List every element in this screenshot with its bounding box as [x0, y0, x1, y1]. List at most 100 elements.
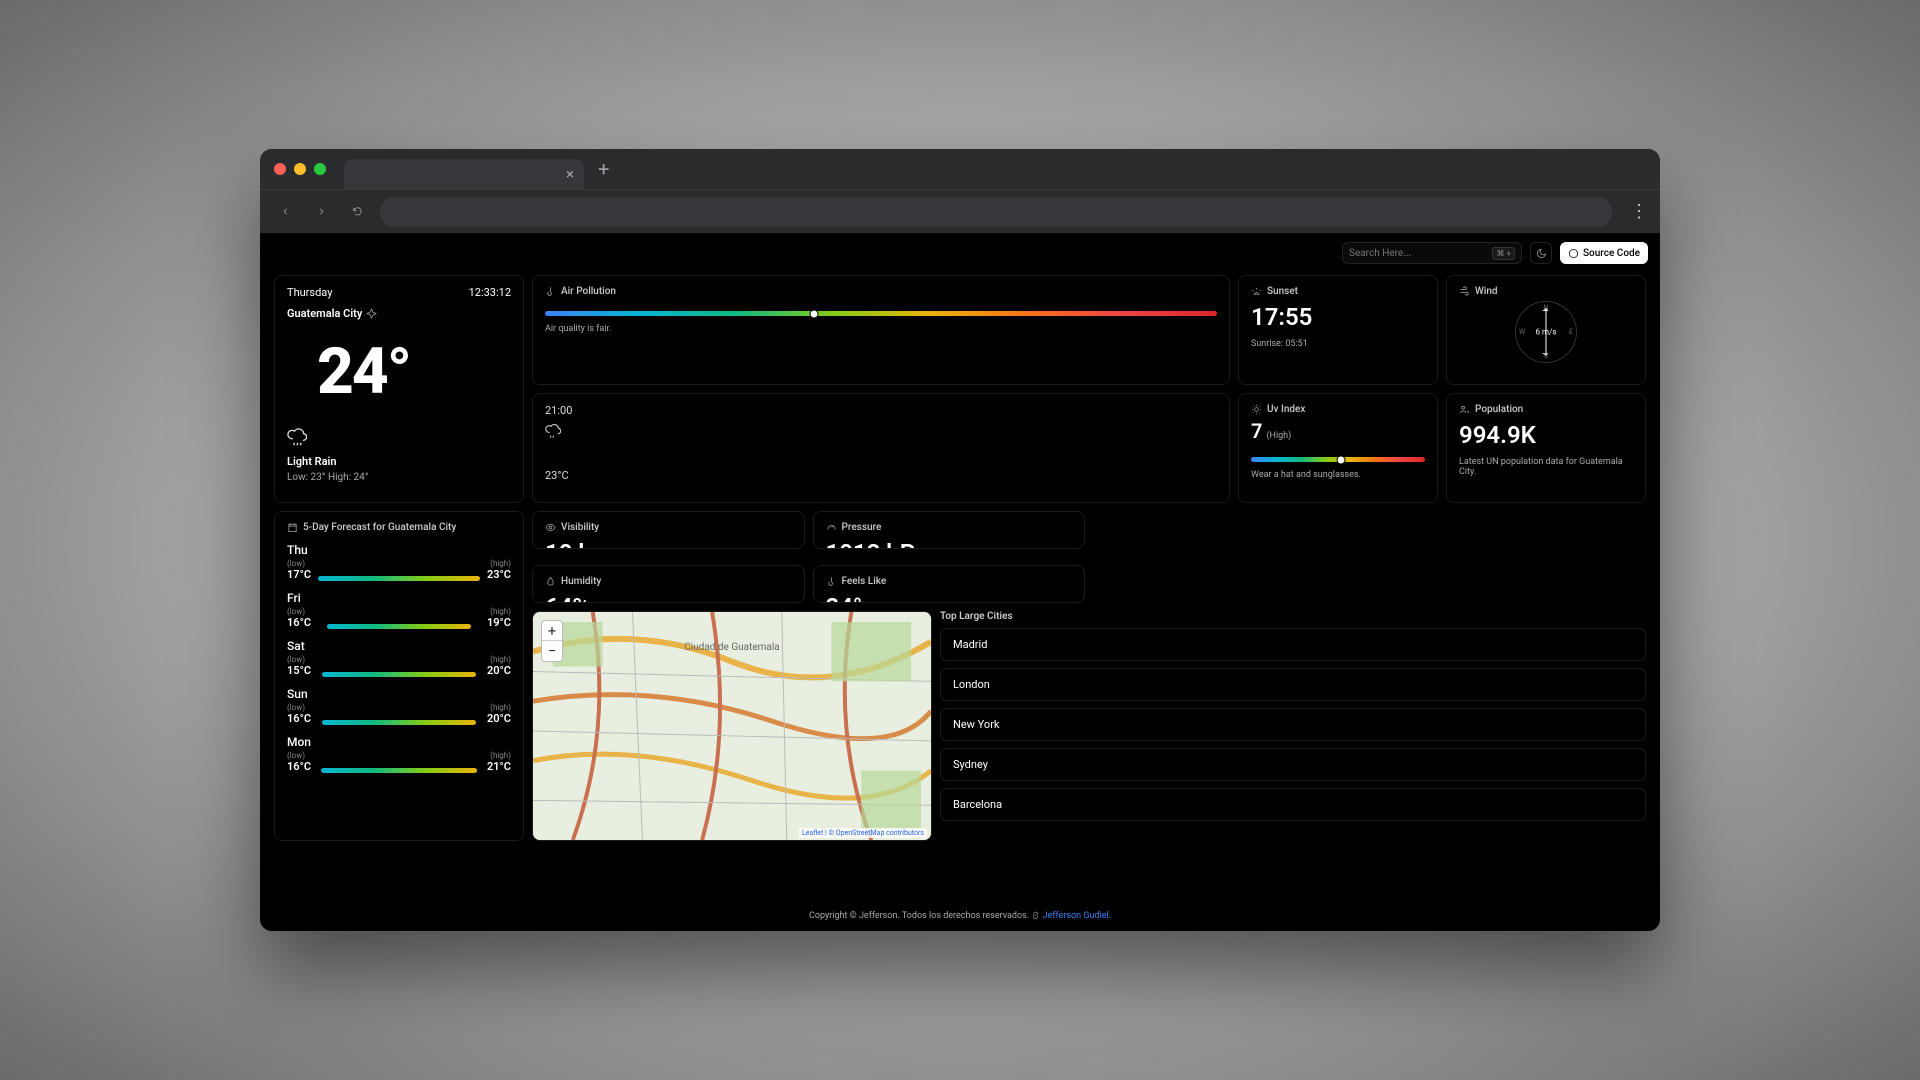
search-input[interactable]	[1349, 248, 1486, 259]
city-item[interactable]: Sydney	[940, 748, 1646, 781]
feels-value: 24°	[826, 593, 1073, 603]
gauge-icon	[826, 522, 837, 533]
top-cities-panel: Top Large Cities Madrid London New York Syd…	[940, 611, 1646, 841]
map-osm-link[interactable]: OpenStreetMap contributors	[836, 829, 924, 837]
rain-icon	[287, 427, 307, 447]
forecast-high: 20°C	[482, 664, 511, 677]
users-icon	[1459, 404, 1470, 415]
forecast-high: 23°C	[486, 568, 511, 581]
feels-like-card: Feels Like 24° Feels close to the actual…	[813, 565, 1086, 603]
browser-toolbar: ⋮	[260, 189, 1660, 233]
current-temperature: 24°	[317, 334, 511, 409]
uv-note: Wear a hat and sunglasses.	[1251, 470, 1425, 480]
forecast-day: Sun	[287, 687, 511, 701]
uv-marker	[1337, 455, 1346, 464]
sunset-icon	[1251, 286, 1262, 297]
browser-tab[interactable]: ×	[344, 159, 584, 189]
rain-icon	[545, 423, 561, 439]
city-item[interactable]: Barcelona	[940, 788, 1646, 821]
forecast-row: Mon (low) 16°C (high) 21°C	[287, 735, 511, 773]
map-attribution: Leaflet | © OpenStreetMap contributors	[799, 828, 927, 838]
window-minimize-button[interactable]	[294, 163, 306, 175]
humidity-card: Humidity 64% Moderate: Sticky, may incre…	[532, 565, 805, 603]
air-quality-note: Air quality is fair.	[545, 324, 1217, 334]
metrics-row: Feels Like 24° Feels close to the actual…	[532, 511, 1646, 603]
visibility-title: Visibility	[561, 522, 599, 533]
github-icon	[1568, 248, 1579, 259]
pressure-card: Pressure 1012 hPa Low pressure. Expect w…	[813, 511, 1086, 549]
sun-icon	[1251, 404, 1262, 415]
map-zoom-in-button[interactable]: +	[542, 621, 562, 641]
forecast-title: 5-Day Forecast for Guatemala City	[303, 522, 456, 533]
window-maximize-button[interactable]	[314, 163, 326, 175]
population-title: Population	[1475, 404, 1523, 415]
browser-menu-button[interactable]: ⋮	[1630, 201, 1648, 222]
city-item[interactable]: New York	[940, 708, 1646, 741]
forecast-row: Fri (low) 16°C (high) 19°C	[287, 591, 511, 629]
arrow-left-icon	[280, 206, 291, 217]
back-button[interactable]	[272, 199, 298, 225]
forecast-day: Fri	[287, 591, 511, 605]
forecast-low-label: (low)	[287, 655, 316, 664]
forecast-day: Mon	[287, 735, 511, 749]
city-item[interactable]: London	[940, 668, 1646, 701]
bottom-row: + − Ciudad de Guatemala Leaflet | © Open…	[532, 611, 1646, 841]
reload-icon	[352, 206, 363, 217]
forecast-high-label: (high)	[483, 751, 511, 760]
air-title: Air Pollution	[561, 286, 616, 297]
forecast-low-label: (low)	[287, 751, 315, 760]
uv-index-card: Uv Index 7 (High) Wear a hat and sunglas…	[1238, 393, 1438, 503]
current-weather-card: Thursday 12:33:12 Guatemala City 24° Lig…	[274, 275, 524, 503]
uv-title: Uv Index	[1267, 404, 1305, 415]
source-code-button[interactable]: Source Code	[1560, 242, 1648, 264]
forecast-row: Thu (low) 17°C (high) 23°C	[287, 543, 511, 581]
droplet-icon	[545, 576, 556, 587]
theme-toggle-button[interactable]	[1530, 242, 1552, 264]
forward-button[interactable]	[308, 199, 334, 225]
hourly-forecast-card: 21:00 23°C	[532, 393, 1230, 503]
compass-west: W	[1519, 328, 1525, 336]
search-box[interactable]: ⌘ +	[1342, 242, 1522, 264]
map-leaflet-link[interactable]: Leaflet | ©	[802, 829, 834, 837]
map-zoom-out-button[interactable]: −	[542, 641, 562, 661]
reload-button[interactable]	[344, 199, 370, 225]
forecast-low: 15°C	[287, 664, 316, 677]
forecast-high: 20°C	[482, 712, 511, 725]
wind-speed: 6 m/s	[1536, 328, 1557, 337]
forecast-low-label: (low)	[287, 703, 316, 712]
thermometer-icon	[826, 576, 837, 587]
top-cities-title: Top Large Cities	[940, 611, 1646, 622]
city-item[interactable]: Madrid	[940, 628, 1646, 661]
window-controls	[274, 163, 326, 175]
map-panel[interactable]: + − Ciudad de Guatemala Leaflet | © Open…	[532, 611, 932, 841]
address-bar[interactable]	[380, 197, 1612, 227]
arrow-right-icon	[316, 206, 327, 217]
compass-east: E	[1569, 328, 1573, 336]
population-card: Population 994.9K Latest UN population d…	[1446, 393, 1646, 503]
forecast-row: Sat (low) 15°C (high) 20°C	[287, 639, 511, 677]
wind-card: Wind N S E W 6 m/s	[1446, 275, 1646, 385]
forecast-range-bar	[318, 576, 481, 581]
hourly-temp: 23°C	[545, 469, 1217, 482]
forecast-low-label: (low)	[287, 607, 321, 616]
air-quality-bar	[545, 311, 1217, 316]
window-close-button[interactable]	[274, 163, 286, 175]
sunset-title: Sunset	[1267, 286, 1298, 297]
wind-icon	[1459, 286, 1470, 297]
forecast-low: 16°C	[287, 760, 315, 773]
air-pollution-card: Air Pollution Air quality is fair.	[532, 275, 1230, 385]
forecast-low: 17°C	[287, 568, 312, 581]
new-tab-button[interactable]: +	[598, 157, 609, 181]
forecast-day: Sat	[287, 639, 511, 653]
close-icon[interactable]: ×	[566, 167, 574, 182]
current-location: Guatemala City	[287, 307, 362, 320]
forecast-high-label: (high)	[486, 559, 511, 568]
forecast-card: 5-Day Forecast for Guatemala City Thu (l…	[274, 511, 524, 841]
forecast-high: 19°C	[477, 616, 511, 629]
moon-icon	[1536, 248, 1547, 259]
compass-south: S	[1544, 352, 1548, 360]
forecast-low: 16°C	[287, 616, 321, 629]
search-shortcut-hint: ⌘ +	[1492, 247, 1515, 260]
footer-link[interactable]: Jefferson Gudiel.	[1043, 911, 1111, 921]
uv-value: 7	[1251, 419, 1262, 443]
